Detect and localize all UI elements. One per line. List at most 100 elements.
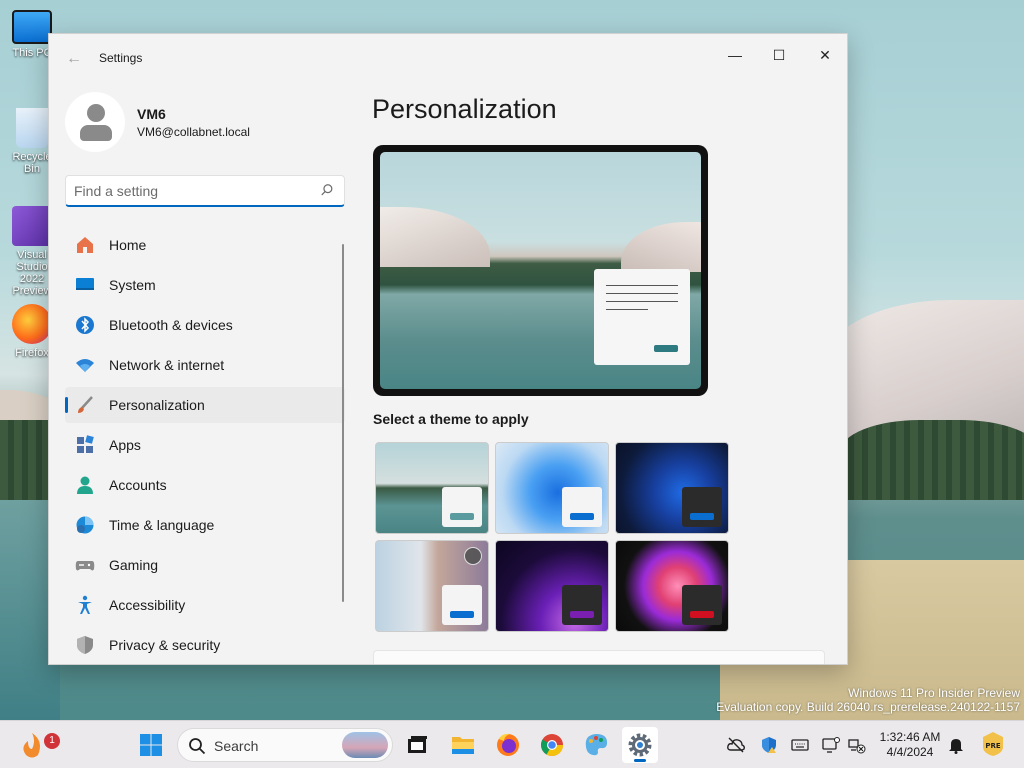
search-highlight-image	[342, 732, 388, 758]
theme-bloom-light[interactable]	[495, 442, 609, 534]
sidebar-item-network[interactable]: Network & internet	[65, 347, 345, 383]
sidebar-item-label: Accounts	[109, 477, 167, 493]
theme-spotlight[interactable]	[375, 540, 489, 632]
sidebar-item-system[interactable]: System	[65, 267, 345, 303]
page-title: Personalization	[372, 94, 557, 124]
theme-window	[682, 585, 722, 625]
file-explorer-button[interactable]	[445, 727, 481, 763]
sidebar-scrollbar[interactable]	[342, 244, 344, 602]
network-disconnected-icon[interactable]	[848, 736, 866, 754]
settings-window: ← Settings — ☐ ✕ VM6 VM6@collabnet.local	[48, 33, 848, 665]
close-button[interactable]: ✕	[803, 40, 847, 70]
settings-card[interactable]	[373, 650, 825, 664]
theme-lake[interactable]	[375, 442, 489, 534]
monitor-icon	[12, 10, 52, 44]
theme-window	[442, 487, 482, 527]
clock-date: 4/4/2024	[886, 745, 934, 759]
wallpaper-trees	[840, 420, 1024, 500]
taskbar: 1 Search 1:32:46 AM 4/4/2024	[0, 720, 1024, 768]
preview-mountain-left	[380, 207, 490, 267]
sidebar-item-label: Apps	[109, 437, 141, 453]
start-button[interactable]	[133, 727, 169, 763]
keyboard-icon[interactable]	[791, 736, 809, 754]
search-icon	[321, 184, 333, 196]
paint-button[interactable]	[578, 727, 614, 763]
widgets-button[interactable]: 1	[14, 727, 60, 763]
cloud-off-icon[interactable]	[727, 736, 745, 754]
task-view-icon	[408, 736, 427, 753]
maximize-icon: ☐	[772, 47, 786, 63]
sidebar-item-personalization[interactable]: Personalization	[65, 387, 345, 423]
insider-pre-icon[interactable]: PRE	[982, 731, 1004, 757]
theme-accent-bar	[570, 513, 594, 520]
shield-icon	[77, 636, 93, 654]
sidebar-item-label: Accessibility	[109, 597, 186, 613]
theme-accent-bar	[450, 611, 474, 618]
preview-window	[594, 269, 690, 365]
taskbar-clock[interactable]: 1:32:46 AM 4/4/2024	[870, 730, 950, 760]
watermark-line1: Windows 11 Pro Insider Preview	[848, 686, 1020, 700]
taskbar-search-label: Search	[214, 738, 259, 754]
paint-icon	[585, 734, 608, 756]
minimize-button[interactable]: —	[713, 40, 757, 70]
apps-icon	[77, 435, 94, 453]
theme-accent-bar	[450, 513, 474, 520]
preview-mountain-right	[621, 222, 701, 272]
sidebar-item-label: Personalization	[109, 397, 205, 413]
firefox-icon	[12, 304, 52, 344]
sidebar-item-label: Bluetooth & devices	[109, 317, 233, 333]
theme-captured-motion[interactable]	[615, 540, 729, 632]
sidebar-item-gaming[interactable]: Gaming	[65, 547, 345, 583]
chrome-button[interactable]	[534, 727, 570, 763]
sidebar-item-privacy[interactable]: Privacy & security	[65, 627, 345, 663]
windows-logo-icon	[140, 734, 162, 756]
wallpaper-mountain	[820, 300, 1024, 440]
sidebar-item-accounts[interactable]: Accounts	[65, 467, 345, 503]
theme-accent-bar	[690, 611, 714, 618]
sidebar-item-label: Network & internet	[109, 357, 225, 373]
maximize-button[interactable]: ☐	[757, 40, 801, 70]
firefox-button[interactable]	[490, 727, 526, 763]
avatar[interactable]	[65, 92, 125, 152]
gamepad-icon	[75, 561, 95, 571]
window-title: Settings	[99, 51, 143, 65]
active-app-indicator	[634, 759, 646, 762]
taskbar-search[interactable]: Search	[177, 728, 393, 762]
theme-window	[562, 487, 602, 527]
settings-button[interactable]	[622, 727, 658, 763]
notification-bell-icon[interactable]	[947, 736, 965, 754]
title-bar[interactable]: ← Settings — ☐ ✕	[49, 34, 847, 82]
sidebar-item-home[interactable]: Home	[65, 227, 345, 263]
desktop-icon-label: Firefox	[15, 347, 49, 359]
theme-bloom-dark[interactable]	[615, 442, 729, 534]
notification-badge: 1	[44, 733, 60, 749]
preview-line	[606, 285, 678, 286]
preview-line	[606, 293, 678, 294]
security-shield-icon[interactable]	[760, 736, 778, 754]
sidebar-item-bluetooth[interactable]: Bluetooth & devices	[65, 307, 345, 343]
sidebar-item-apps[interactable]: Apps	[65, 427, 345, 463]
user-email: VM6@collabnet.local	[137, 125, 250, 139]
sidebar-item-label: Time & language	[109, 517, 215, 533]
search-box[interactable]	[65, 175, 345, 207]
theme-window	[442, 585, 482, 625]
theme-preview	[373, 145, 708, 396]
recycle-bin-icon	[16, 108, 48, 148]
monitor-icon	[76, 278, 94, 290]
minimize-icon: —	[728, 47, 742, 63]
search-icon	[189, 738, 206, 755]
folder-icon	[452, 737, 474, 754]
spotlight-icon	[464, 547, 482, 565]
display-icon[interactable]	[822, 736, 840, 754]
windows-watermark: Windows 11 Pro Insider Preview Evaluatio…	[716, 686, 1020, 714]
task-view-button[interactable]	[399, 727, 435, 763]
home-icon	[77, 237, 93, 253]
back-button[interactable]: ←	[63, 48, 85, 70]
preview-line	[606, 301, 678, 302]
sidebar-item-accessibility[interactable]: Accessibility	[65, 587, 345, 623]
sidebar-item-time-language[interactable]: Time & language	[65, 507, 345, 543]
watermark-line2: Evaluation copy. Build 26040.rs_prerelea…	[716, 700, 1020, 714]
preview-wallpaper	[380, 152, 701, 389]
theme-glow[interactable]	[495, 540, 609, 632]
search-input[interactable]	[74, 181, 304, 201]
